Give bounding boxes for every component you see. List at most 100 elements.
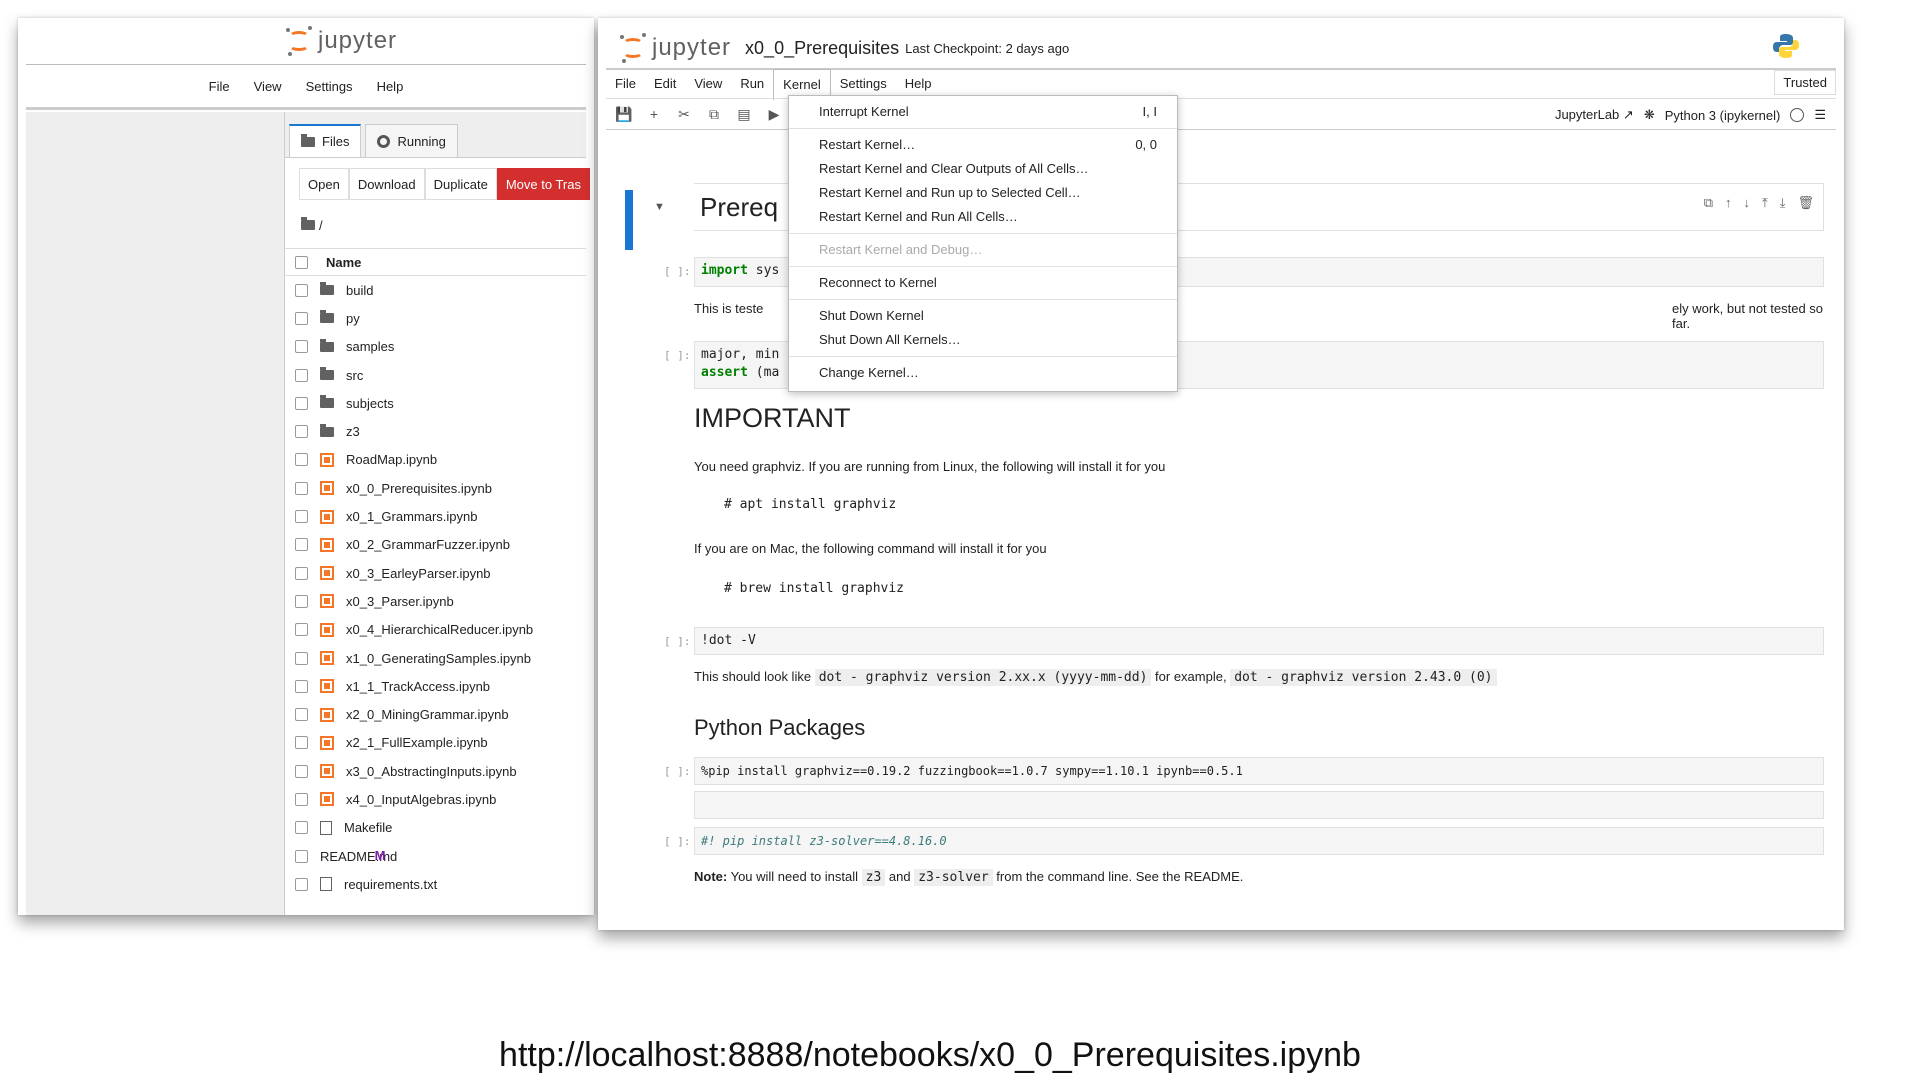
file-name[interactable]: samples <box>346 339 394 354</box>
menu-item-reconnect[interactable]: Reconnect to Kernel <box>819 275 1157 290</box>
file-name[interactable]: x1_1_TrackAccess.ipynb <box>346 679 490 694</box>
menu-item-restart-run-all[interactable]: Restart Kernel and Run All Cells… <box>819 209 1157 224</box>
file-checkbox[interactable] <box>295 821 308 835</box>
notebook-title[interactable]: x0_0_Prerequisites <box>745 38 899 59</box>
menu-help[interactable]: Help <box>377 79 404 94</box>
file-checkbox[interactable] <box>295 368 308 382</box>
menu-item-interrupt-kernel[interactable]: Interrupt Kernel I, I <box>819 104 1157 119</box>
file-name[interactable]: z3 <box>346 424 360 439</box>
file-checkbox[interactable] <box>295 679 308 693</box>
code-cell[interactable]: !dot -V <box>694 627 1824 655</box>
move-up-icon[interactable]: ↑ <box>1725 195 1732 211</box>
file-checkbox[interactable] <box>295 311 308 325</box>
select-all-checkbox[interactable] <box>295 255 308 269</box>
file-row[interactable]: RoadMap.ipynb <box>295 446 586 474</box>
menu-edit[interactable]: Edit <box>645 69 685 99</box>
menu-item-shutdown-all[interactable]: Shut Down All Kernels… <box>819 332 1157 347</box>
jupyter-logo-icon[interactable] <box>620 33 646 63</box>
menu-item-restart-kernel[interactable]: Restart Kernel… 0, 0 <box>819 137 1157 152</box>
file-row[interactable]: x0_1_Grammars.ipynb <box>295 502 586 530</box>
open-button[interactable]: Open <box>299 168 349 200</box>
file-row[interactable]: x3_0_AbstractingInputs.ipynb <box>295 757 586 785</box>
file-checkbox[interactable] <box>295 849 308 863</box>
run-icon[interactable]: ▶ <box>762 106 786 123</box>
file-row[interactable]: x0_0_Prerequisites.ipynb <box>295 474 586 502</box>
menu-item-restart-run-selected[interactable]: Restart Kernel and Run up to Selected Ce… <box>819 185 1157 200</box>
copy-icon[interactable]: ⧉ <box>702 106 726 123</box>
menu-file[interactable]: File <box>606 69 645 99</box>
empty-code-cell[interactable] <box>694 791 1824 819</box>
file-checkbox[interactable] <box>295 736 308 750</box>
paste-icon[interactable]: ▤ <box>732 106 756 123</box>
breadcrumb[interactable]: / <box>301 216 586 234</box>
file-checkbox[interactable] <box>295 510 308 524</box>
tab-running[interactable]: Running <box>365 124 458 157</box>
file-name[interactable]: x0_4_HierarchicalReducer.ipynb <box>346 622 533 637</box>
file-name[interactable]: x0_3_EarleyParser.ipynb <box>346 566 491 581</box>
file-row[interactable]: M README.md <box>295 842 586 870</box>
file-name[interactable]: subjects <box>346 396 394 411</box>
file-checkbox[interactable] <box>295 651 308 665</box>
file-name[interactable]: x3_0_AbstractingInputs.ipynb <box>346 764 517 779</box>
add-cell-icon[interactable]: + <box>642 106 666 122</box>
menu-icon[interactable]: ☰ <box>1814 107 1826 123</box>
file-checkbox[interactable] <box>295 623 308 637</box>
trusted-indicator[interactable]: Trusted <box>1774 70 1836 95</box>
file-name[interactable]: RoadMap.ipynb <box>346 452 437 467</box>
file-checkbox[interactable] <box>295 538 308 552</box>
file-row[interactable]: py <box>295 304 586 332</box>
file-row[interactable]: x0_3_Parser.ipynb <box>295 587 586 615</box>
menu-item-shutdown[interactable]: Shut Down Kernel <box>819 308 1157 323</box>
file-name[interactable]: x0_1_Grammars.ipynb <box>346 509 478 524</box>
file-name[interactable]: requirements.txt <box>344 877 437 892</box>
file-name[interactable]: src <box>346 368 363 383</box>
file-name[interactable]: x0_2_GrammarFuzzer.ipynb <box>346 537 510 552</box>
move-down-icon[interactable]: ↓ <box>1743 195 1750 211</box>
code-cell[interactable]: #! pip install z3-solver==4.8.16.0 <box>694 827 1824 855</box>
file-checkbox[interactable] <box>295 425 308 439</box>
file-row[interactable]: subjects <box>295 389 586 417</box>
delete-cell-icon[interactable]: 🗑 <box>1797 195 1814 211</box>
column-name-header[interactable]: Name <box>326 255 361 270</box>
file-name[interactable]: x0_3_Parser.ipynb <box>346 594 454 609</box>
file-row[interactable]: x2_0_MiningGrammar.ipynb <box>295 700 586 728</box>
file-checkbox[interactable] <box>295 396 308 410</box>
menu-view[interactable]: View <box>685 69 731 99</box>
menu-view[interactable]: View <box>254 79 282 94</box>
file-row[interactable]: x1_1_TrackAccess.ipynb <box>295 672 586 700</box>
menu-item-change-kernel[interactable]: Change Kernel… <box>819 365 1157 380</box>
file-checkbox[interactable] <box>295 566 308 580</box>
file-checkbox[interactable] <box>295 481 308 495</box>
file-checkbox[interactable] <box>295 708 308 722</box>
duplicate-button[interactable]: Duplicate <box>424 168 497 200</box>
file-name[interactable]: x2_1_FullExample.ipynb <box>346 735 488 750</box>
insert-below-icon[interactable]: ⤓ <box>1780 195 1786 211</box>
download-button[interactable]: Download <box>348 168 425 200</box>
kernel-name[interactable]: Python 3 (ipykernel) <box>1665 108 1781 123</box>
file-row[interactable]: samples <box>295 333 586 361</box>
menu-item-restart-clear[interactable]: Restart Kernel and Clear Outputs of All … <box>819 161 1157 176</box>
tab-files[interactable]: Files <box>289 124 362 157</box>
file-name[interactable]: x2_0_MiningGrammar.ipynb <box>346 707 509 722</box>
file-checkbox[interactable] <box>295 594 308 608</box>
move-to-trash-button[interactable]: Move to Tras <box>496 168 590 200</box>
file-name[interactable]: Makefile <box>344 820 392 835</box>
file-checkbox[interactable] <box>295 764 308 778</box>
jupyter-logo[interactable]: jupyter <box>286 26 397 56</box>
debugger-icon[interactable]: ❋ <box>1644 107 1655 123</box>
file-row[interactable]: x1_0_GeneratingSamples.ipynb <box>295 644 586 672</box>
file-row[interactable]: x4_0_InputAlgebras.ipynb <box>295 785 586 813</box>
menu-run[interactable]: Run <box>731 69 773 99</box>
menu-settings[interactable]: Settings <box>306 79 353 94</box>
file-name[interactable]: x1_0_GeneratingSamples.ipynb <box>346 651 531 666</box>
file-row[interactable]: x2_1_FullExample.ipynb <box>295 729 586 757</box>
file-name[interactable]: build <box>346 283 373 298</box>
collapse-caret-icon[interactable]: ▼ <box>654 201 665 213</box>
jupyterlab-link[interactable]: JupyterLab ↗ <box>1555 107 1634 123</box>
file-checkbox[interactable] <box>295 792 308 806</box>
file-checkbox[interactable] <box>295 453 308 467</box>
file-name[interactable]: py <box>346 311 360 326</box>
duplicate-cell-icon[interactable]: ⧉ <box>1704 195 1713 211</box>
save-icon[interactable]: 💾 <box>612 106 636 123</box>
file-checkbox[interactable] <box>295 283 308 297</box>
